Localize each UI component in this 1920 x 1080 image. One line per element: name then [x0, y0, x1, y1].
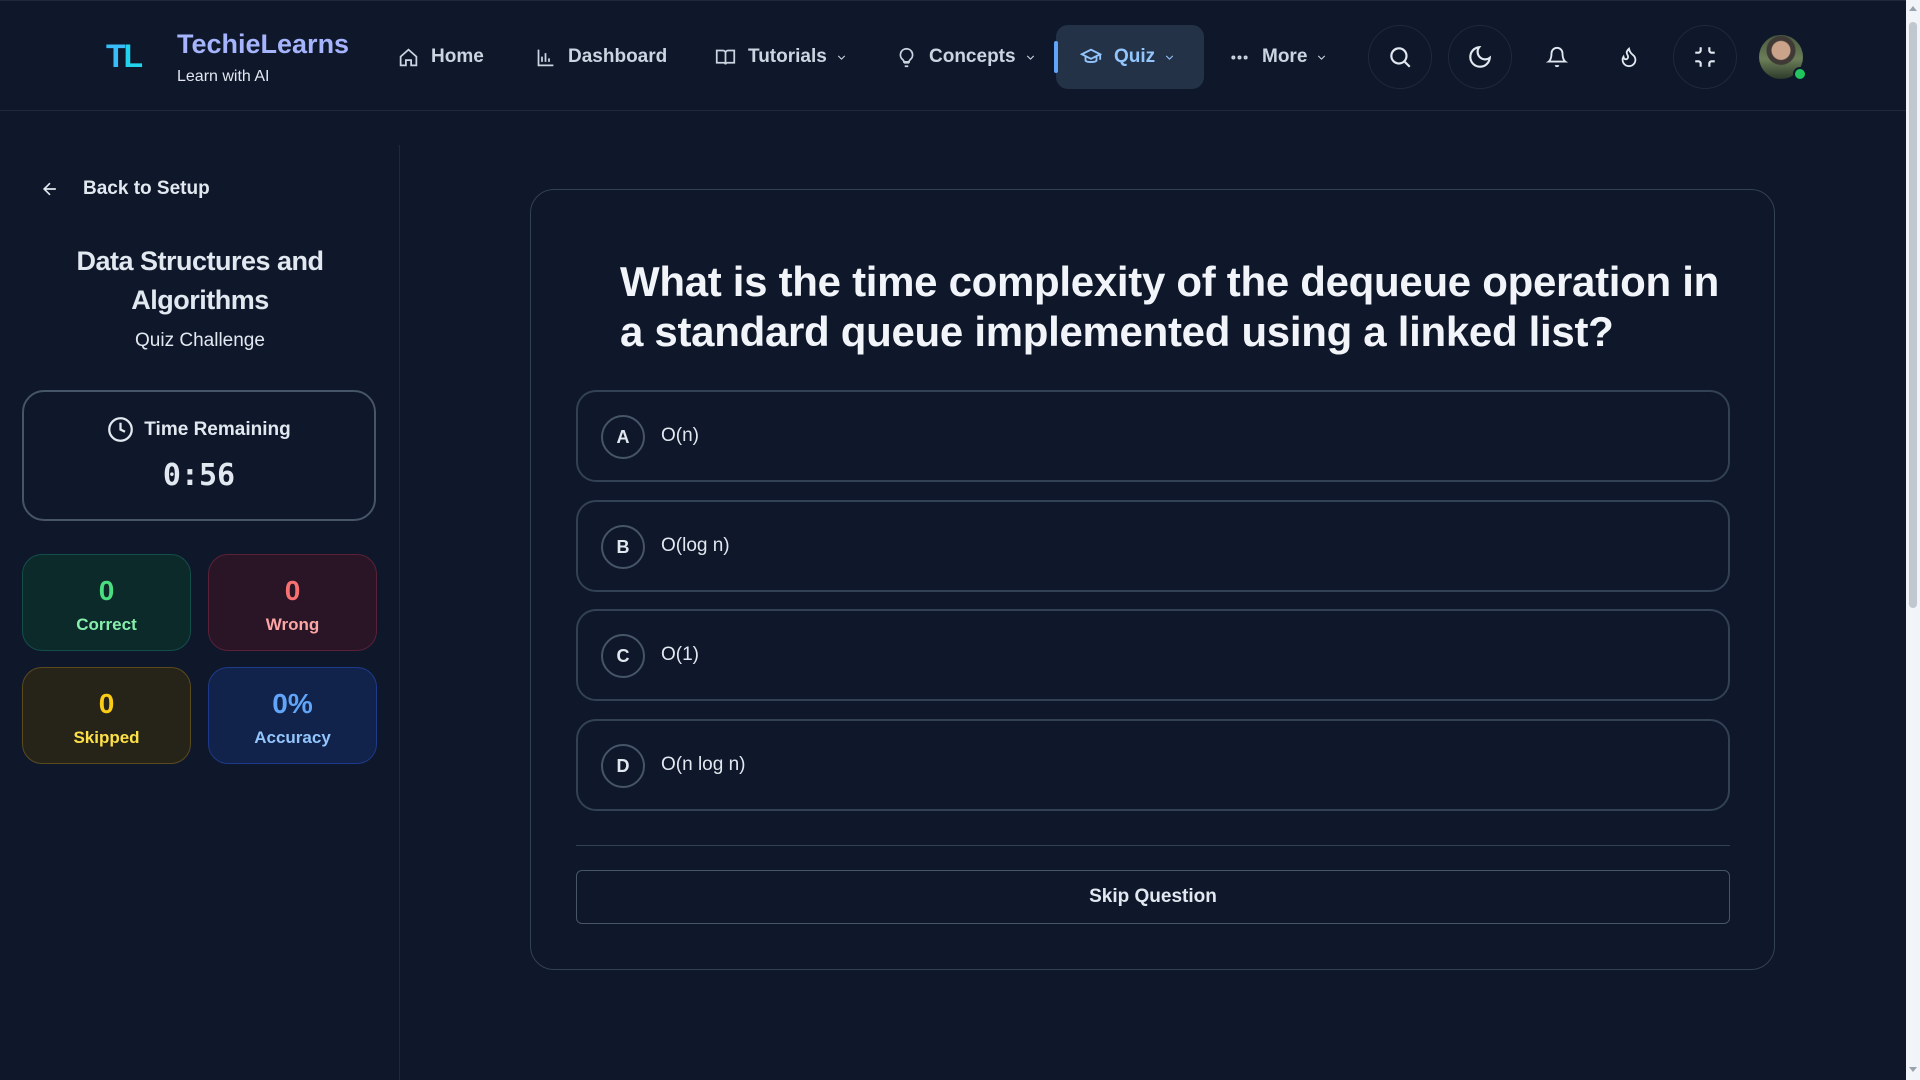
- online-status-dot: [1793, 67, 1807, 81]
- theme-toggle-button[interactable]: [1448, 25, 1512, 89]
- chevron-down-icon: [1166, 54, 1174, 60]
- home-icon: [399, 47, 418, 66]
- flame-icon: [1621, 47, 1637, 68]
- timer-label: Time Remaining: [24, 416, 374, 443]
- user-avatar[interactable]: [1759, 35, 1807, 81]
- stat-wrong: 0 Wrong: [208, 554, 377, 651]
- option-text: O(n log n): [661, 754, 746, 775]
- quiz-subtitle: Quiz Challenge: [135, 330, 265, 351]
- stat-skipped-label: Skipped: [73, 728, 140, 747]
- nav-home-label: Home: [431, 46, 484, 67]
- stat-correct: 0 Correct: [22, 554, 191, 651]
- book-icon: [715, 49, 736, 65]
- stat-accuracy-label: Accuracy: [254, 728, 331, 747]
- search-icon: [1390, 47, 1411, 68]
- arrow-left-icon: [42, 182, 56, 196]
- chevron-down-icon: [1318, 54, 1326, 60]
- answer-option-b[interactable]: B O(log n): [576, 500, 1730, 592]
- nav-dashboard[interactable]: Dashboard: [535, 41, 667, 73]
- logo-letter-t: T: [106, 38, 125, 74]
- bell-icon: [1546, 47, 1568, 68]
- nav-tutorials-label: Tutorials: [748, 46, 827, 67]
- answer-option-d[interactable]: D O(n log n): [576, 719, 1730, 811]
- nav-concepts[interactable]: Concepts: [896, 41, 1037, 73]
- scroll-up-arrow-icon[interactable]: [1909, 6, 1917, 11]
- option-letter-badge: D: [601, 744, 645, 788]
- nav-concepts-label: Concepts: [929, 46, 1016, 67]
- question-text: What is the time complexity of the deque…: [620, 258, 1719, 355]
- option-letter-badge: C: [601, 634, 645, 678]
- nav-quiz-active[interactable]: Quiz: [1054, 25, 1204, 89]
- stat-wrong-label: Wrong: [265, 615, 320, 634]
- minimize-icon: [1695, 47, 1715, 67]
- answer-option-c[interactable]: C O(1): [576, 609, 1730, 701]
- nav-dashboard-label: Dashboard: [568, 46, 668, 67]
- timer-value: 0:56: [162, 458, 236, 493]
- bar-chart-icon: [537, 49, 554, 66]
- lightbulb-icon: [899, 47, 914, 67]
- moon-icon: [1469, 45, 1492, 68]
- back-to-setup-label: Back to Setup: [83, 178, 210, 199]
- stat-accuracy-value: 0%: [272, 688, 313, 719]
- timer-label-text: Time Remaining: [144, 418, 291, 440]
- answer-option-a[interactable]: A O(n): [576, 390, 1730, 482]
- stat-correct-label: Correct: [76, 615, 137, 634]
- stat-correct-value: 0: [98, 575, 115, 606]
- more-dots-icon: [1231, 54, 1248, 60]
- option-letter-badge: A: [601, 415, 645, 459]
- graduation-cap-icon: [1080, 48, 1102, 63]
- stat-wrong-value: 0: [284, 575, 301, 606]
- nav-more-label: More: [1262, 46, 1308, 67]
- quiz-title: Data Structures and Algorithms: [76, 246, 324, 315]
- chevron-down-icon: [1026, 54, 1034, 60]
- option-letter-badge: B: [601, 525, 645, 569]
- brand-subtitle: Learn with AI: [177, 68, 270, 85]
- chevron-down-icon: [837, 54, 845, 60]
- scroll-down-arrow-icon[interactable]: [1909, 1067, 1917, 1072]
- timer-card: Time Remaining 0:56: [22, 390, 376, 521]
- question-card: What is the time complexity of the deque…: [530, 189, 1775, 970]
- notifications-button[interactable]: [1525, 25, 1589, 89]
- brand-logo[interactable]: TL: [106, 39, 150, 73]
- search-button[interactable]: [1368, 25, 1432, 89]
- option-text: O(n): [661, 425, 699, 446]
- nav-quiz-label: Quiz: [1114, 46, 1156, 67]
- page-scrollbar-thumb[interactable]: [1909, 22, 1917, 608]
- clock-icon: [108, 417, 134, 442]
- skip-question-button[interactable]: Skip Question: [576, 870, 1730, 924]
- stat-accuracy: 0% Accuracy: [208, 667, 377, 764]
- nav-tutorials[interactable]: Tutorials: [715, 41, 848, 73]
- brand-title[interactable]: TechieLearns: [177, 29, 349, 60]
- stat-skipped-value: 0: [98, 688, 115, 719]
- exit-fullscreen-button[interactable]: [1673, 25, 1737, 89]
- logo-letter-l: L: [123, 38, 143, 74]
- streak-button[interactable]: [1597, 25, 1661, 89]
- nav-home[interactable]: Home: [398, 41, 484, 73]
- card-divider: [576, 845, 1730, 846]
- option-text: O(log n): [661, 535, 730, 556]
- stat-skipped: 0 Skipped: [22, 667, 191, 764]
- back-to-setup-link[interactable]: Back to Setup: [40, 178, 210, 200]
- option-text: O(1): [661, 644, 699, 665]
- nav-more[interactable]: More: [1229, 41, 1328, 73]
- top-navbar: TL TechieLearns Learn with AI Home Dashb…: [0, 0, 1906, 111]
- sidebar-divider: [399, 145, 400, 1080]
